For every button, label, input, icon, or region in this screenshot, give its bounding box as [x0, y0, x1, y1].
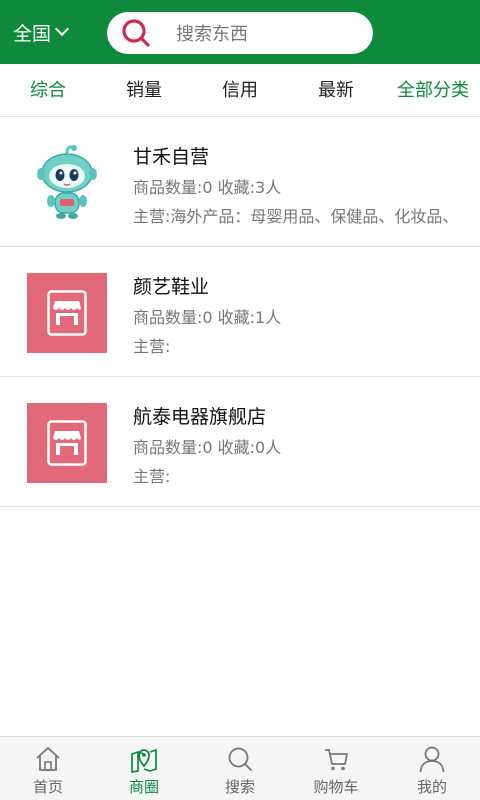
shop-item[interactable]: 颜艺鞋业 商品数量:0 收藏:1人 主营: [0, 247, 480, 377]
shop-name: 甘禾自营 [133, 146, 210, 168]
nav-home[interactable]: 首页 [0, 737, 96, 800]
region-selector[interactable]: 全国 [13, 12, 70, 52]
bottom-nav: 首页 商圈 搜索 购物车 我的 [0, 736, 480, 800]
nav-cart[interactable]: 购物车 [288, 737, 384, 800]
shop-name: 航泰电器旗舰店 [133, 406, 267, 428]
nav-label: 商圈 [128, 778, 159, 796]
top-bar: 全国 搜索东西 [0, 0, 480, 64]
search-icon [226, 745, 254, 773]
nav-business-circle[interactable]: 商圈 [96, 737, 192, 800]
filter-tab-sales[interactable]: 销量 [114, 64, 174, 117]
filter-tab-comprehensive[interactable]: 综合 [18, 64, 78, 117]
mascot-robot-logo [27, 143, 107, 223]
chevron-down-icon [54, 21, 70, 37]
shop-meta: 商品数量:0 收藏:0人 [133, 438, 282, 457]
search-placeholder: 搜索东西 [176, 24, 248, 45]
nav-label: 我的 [416, 778, 447, 796]
nav-search[interactable]: 搜索 [192, 737, 288, 800]
shop-item[interactable]: 甘禾自营 商品数量:0 收藏:3人 主营:海外产品：母婴用品、保健品、化妆品、 [0, 117, 480, 247]
search-icon [121, 18, 151, 48]
filter-bar: 综合 销量 信用 最新 全部分类 [0, 64, 480, 117]
filter-tab-newest[interactable]: 最新 [306, 64, 366, 117]
shop-item[interactable]: 航泰电器旗舰店 商品数量:0 收藏:0人 主营: [0, 377, 480, 507]
user-icon [418, 745, 446, 773]
nav-label: 购物车 [313, 778, 359, 796]
shop-meta: 商品数量:0 收藏:3人 [133, 178, 282, 197]
shop-name: 颜艺鞋业 [133, 276, 210, 298]
shop-meta: 商品数量:0 收藏:1人 [133, 308, 282, 327]
shop-main-products: 主营: [133, 467, 171, 484]
shop-list: 甘禾自营 商品数量:0 收藏:3人 主营:海外产品：母婴用品、保健品、化妆品、 … [0, 117, 480, 507]
filter-tab-all-categories[interactable]: 全部分类 [390, 64, 476, 117]
shop-main-products: 主营:海外产品：母婴用品、保健品、化妆品、 [133, 207, 459, 224]
map-pin-icon [130, 745, 158, 774]
region-label: 全国 [13, 22, 52, 45]
filter-tab-credit[interactable]: 信用 [210, 64, 270, 117]
nav-label: 首页 [32, 778, 63, 796]
nav-mine[interactable]: 我的 [384, 737, 480, 800]
store-icon [27, 273, 107, 353]
home-icon [34, 745, 62, 773]
nav-label: 搜索 [224, 778, 255, 796]
search-input[interactable]: 搜索东西 [107, 12, 373, 54]
store-icon [27, 403, 107, 483]
shop-main-products: 主营: [133, 337, 171, 354]
cart-icon [322, 745, 350, 773]
